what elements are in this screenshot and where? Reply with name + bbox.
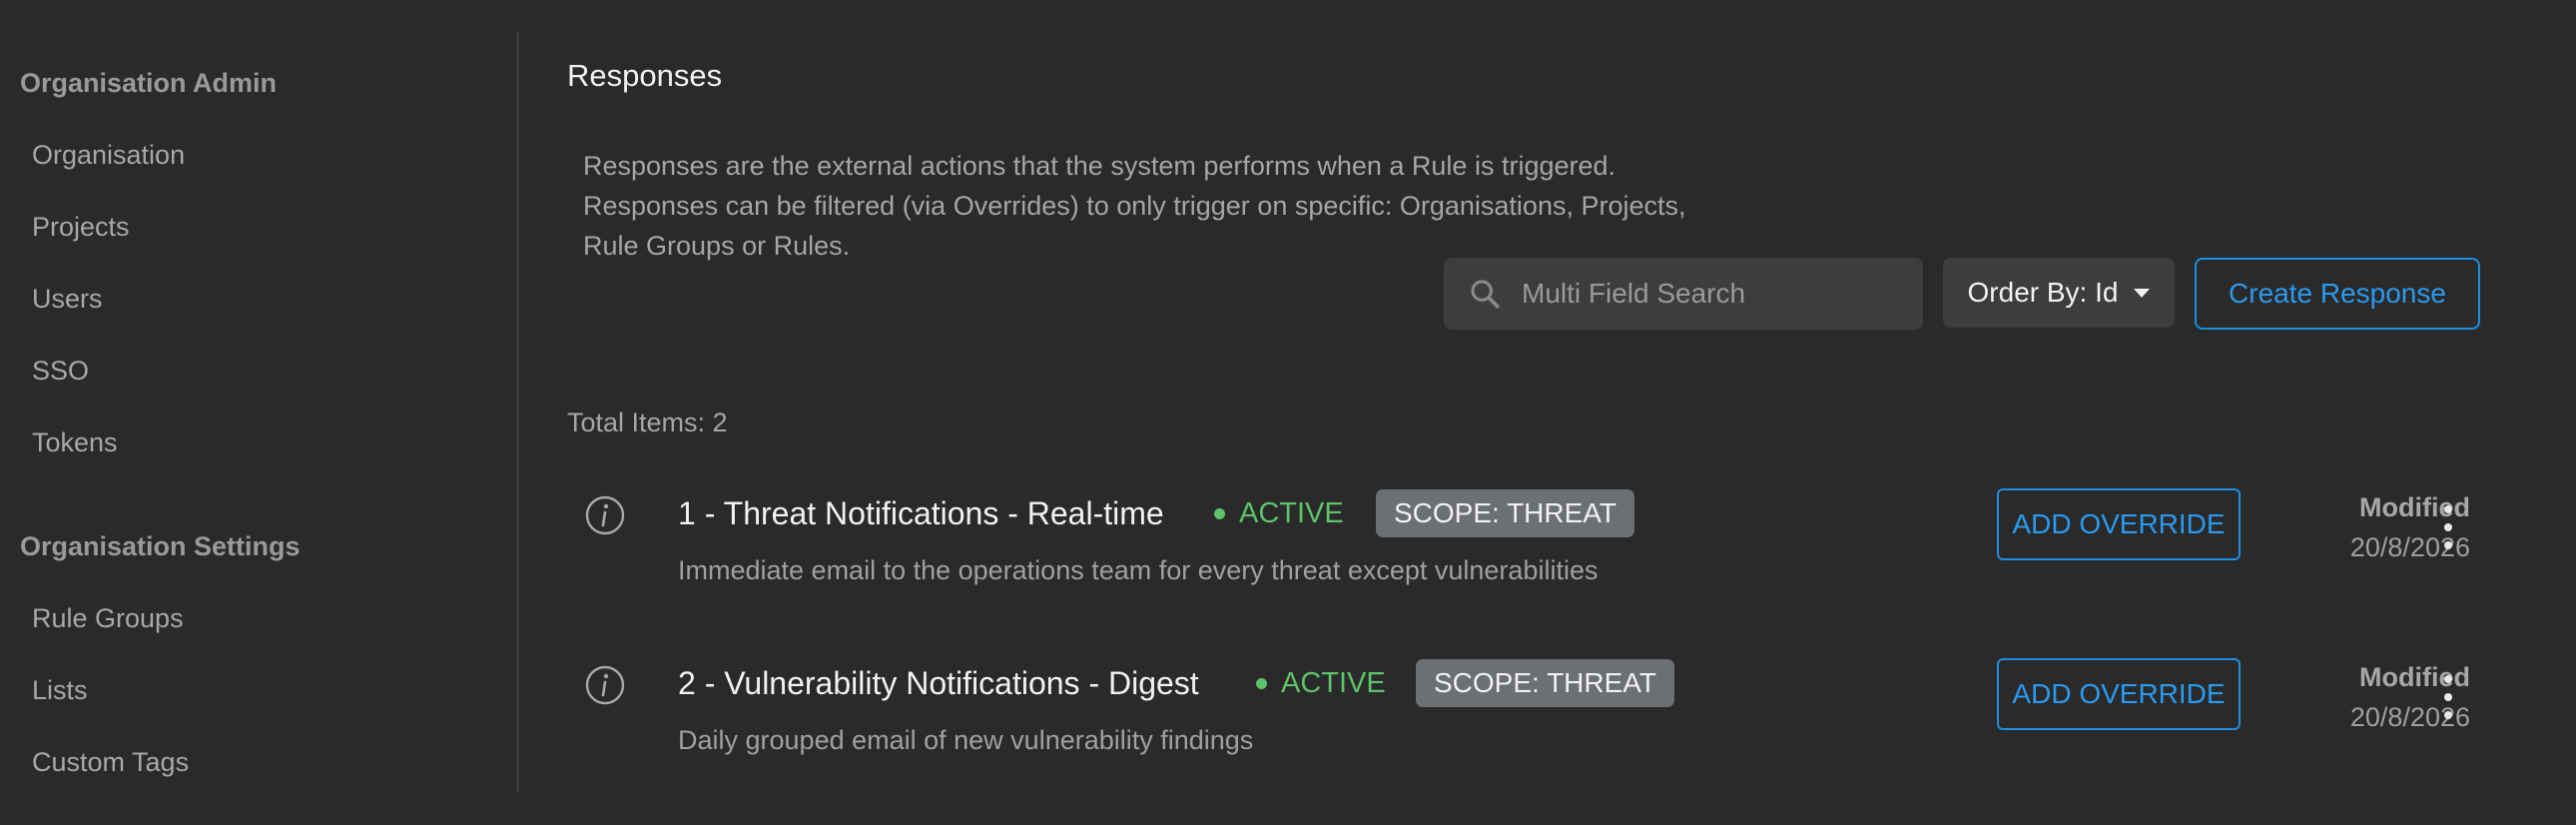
status-label: ACTIVE (1239, 497, 1344, 529)
more-vertical-icon[interactable] (2438, 505, 2458, 549)
search-icon (1471, 280, 1500, 309)
response-description: Immediate email to the operations team f… (678, 555, 1599, 585)
status-label: ACTIVE (1281, 667, 1386, 699)
sidebar-item-rule-groups[interactable]: Rule Groups (32, 603, 184, 634)
sidebar-item-users[interactable]: Users (32, 284, 103, 315)
status-dot (1256, 678, 1267, 689)
info-icon[interactable] (585, 665, 625, 705)
caret-down-icon (2134, 288, 2151, 298)
info-icon[interactable] (585, 495, 625, 535)
add-override-button[interactable]: ADD OVERRIDE (1997, 488, 2241, 560)
order-by-dropdown[interactable]: Order By: Id (1943, 258, 2175, 328)
page-title: Responses (567, 58, 723, 93)
status-badge: ACTIVE (1214, 497, 1344, 530)
sidebar-item-organisation[interactable]: Organisation (32, 140, 185, 171)
sidebar-item-sso[interactable]: SSO (32, 356, 89, 387)
main-content: Responses Responses are the external act… (519, 0, 2576, 792)
response-title[interactable]: 1 - Threat Notifications - Real-time (678, 495, 1164, 532)
status-dot (1214, 508, 1225, 519)
sidebar-item-tokens[interactable]: Tokens (32, 427, 118, 458)
sidebar-section-title-organisation-admin: Organisation Admin (20, 68, 278, 98)
create-response-button[interactable]: Create Response (2195, 258, 2480, 330)
sidebar-item-projects[interactable]: Projects (32, 212, 130, 243)
more-vertical-icon[interactable] (2438, 675, 2458, 719)
scope-badge: SCOPE: THREAT (1376, 489, 1635, 537)
status-badge: ACTIVE (1256, 667, 1386, 700)
response-row: 1 - Threat Notifications - Real-time ACT… (519, 488, 2576, 655)
sidebar-item-custom-tags[interactable]: Custom Tags (32, 747, 189, 778)
sidebar-section-title-organisation-settings: Organisation Settings (20, 531, 301, 561)
response-description: Daily grouped email of new vulnerability… (678, 725, 1254, 755)
add-override-button[interactable]: ADD OVERRIDE (1997, 658, 2241, 730)
response-row: 2 - Vulnerability Notifications - Digest… (519, 658, 2576, 825)
search-input[interactable] (1520, 277, 1899, 311)
search-field[interactable] (1444, 258, 1923, 330)
response-title[interactable]: 2 - Vulnerability Notifications - Digest (678, 665, 1199, 702)
total-items: Total Items: 2 (567, 408, 728, 437)
sidebar: Organisation Admin Organisation Projects… (0, 0, 518, 792)
order-by-label: Order By: Id (1967, 277, 2119, 308)
scope-badge: SCOPE: THREAT (1416, 659, 1675, 707)
sidebar-item-lists[interactable]: Lists (32, 675, 88, 706)
page-description: Responses are the external actions that … (583, 151, 1686, 261)
